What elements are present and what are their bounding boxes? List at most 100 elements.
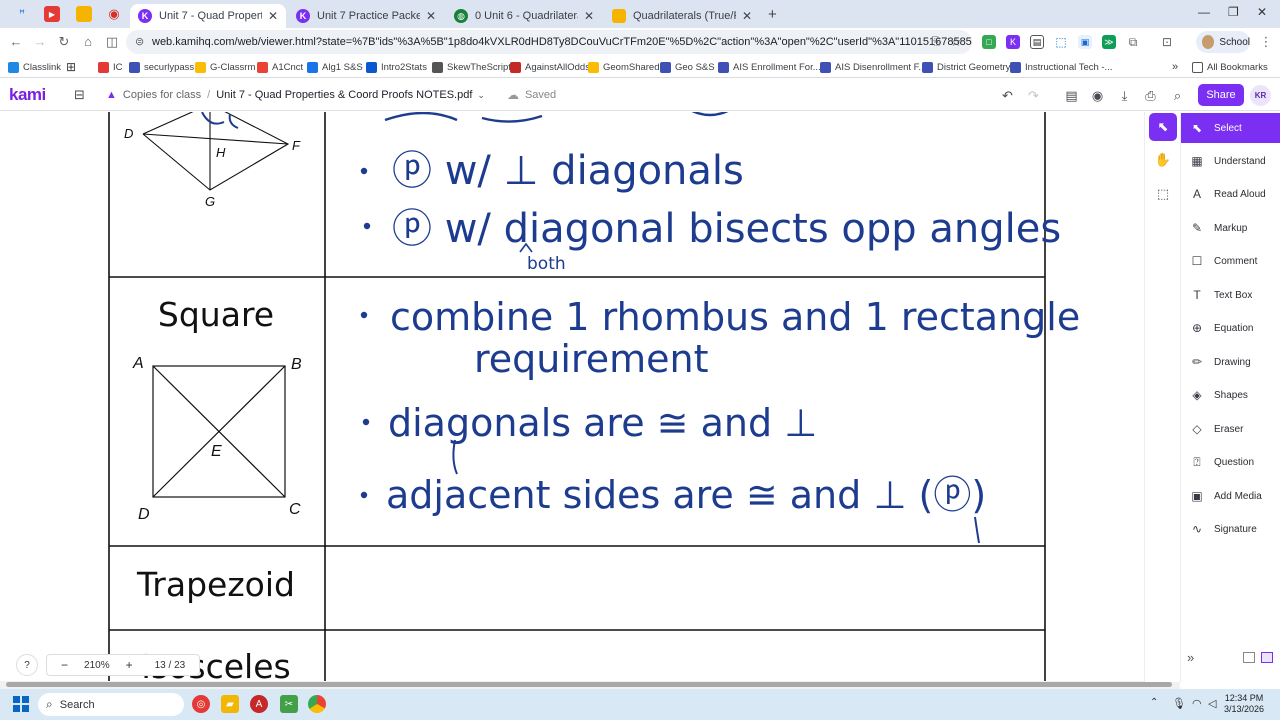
avatar[interactable]: KR <box>1250 85 1271 106</box>
zoom-level[interactable]: 210% <box>84 660 110 671</box>
restore-icon[interactable]: ❐ <box>1228 5 1239 19</box>
tool-drawing[interactable]: ✏ Drawing <box>1181 347 1280 377</box>
bookmark-item[interactable]: AIS Enrollment For... <box>718 59 821 75</box>
home-icon[interactable]: ⌂ <box>80 34 96 50</box>
new-tab-button[interactable]: + <box>768 6 777 23</box>
tab-unit7-notes[interactable]: K Unit 7 - Quad Properties & Coord ✕ <box>130 4 286 28</box>
close-icon[interactable]: ✕ <box>742 9 752 23</box>
bookmark-item[interactable]: Instructional Tech -... <box>1010 59 1112 75</box>
kami-extension-icon[interactable]: K <box>1006 35 1020 49</box>
search-icon[interactable]: ⌕ <box>1170 88 1185 103</box>
taskbar-search[interactable]: ⌕ Search <box>38 693 184 716</box>
tab-practice-packet[interactable]: K Unit 7 Practice Packet.pdf ✕ <box>288 4 444 28</box>
apps-grid-icon[interactable]: ⊞ <box>66 59 76 75</box>
tool-read-aloud[interactable]: A Read Aloud <box>1181 179 1280 209</box>
breadcrumb-parent[interactable]: Copies for class <box>123 89 201 101</box>
tool-shapes[interactable]: ◈ Shapes <box>1181 380 1280 410</box>
tool-equation[interactable]: ⊕ Equation <box>1181 313 1280 343</box>
chevron-down-icon[interactable]: ⌄ <box>477 90 485 101</box>
scrollbar-thumb[interactable] <box>6 682 1172 687</box>
pinned-tab-icon[interactable]: ꟸ <box>14 6 30 22</box>
pdf-page[interactable]: D H F G ⓟ w/ ⊥ diagonals ⓟ w/ diagonal b… <box>0 112 1144 682</box>
bookmark-item[interactable]: IC <box>98 59 123 75</box>
minimize-icon[interactable]: — <box>1198 5 1210 19</box>
redo-icon[interactable]: ↷ <box>1026 88 1041 103</box>
bookmarks-overflow-button[interactable]: » <box>1172 59 1178 75</box>
windows-start-icon[interactable] <box>13 696 29 712</box>
tool-add-media[interactable]: ▣ Add Media <box>1181 481 1280 511</box>
chevron-up-icon[interactable]: ⌃ <box>1150 697 1158 708</box>
horizontal-scrollbar[interactable] <box>0 681 1180 689</box>
tool-select[interactable]: ⬉ Select <box>1181 113 1280 143</box>
extension-icon[interactable]: ▤ <box>1030 35 1044 49</box>
bookmark-item[interactable]: AgainstAllOdds <box>510 59 590 75</box>
reload-icon[interactable]: ↻ <box>56 34 72 50</box>
tool-text-box[interactable]: T Text Box <box>1181 280 1280 310</box>
tool-question[interactable]: ⍰ Question <box>1181 447 1280 477</box>
zoom-in-button[interactable]: + <box>126 658 133 672</box>
volume-icon[interactable]: ◁ <box>1208 697 1216 710</box>
share-button[interactable]: Share <box>1198 84 1244 106</box>
acrobat-icon[interactable]: A <box>250 695 268 713</box>
tab-unit6-quadrilaterals[interactable]: ◍ 0 Unit 6 - Quadrilaterals - ATH ✕ <box>446 4 602 28</box>
bookmark-item[interactable]: Geo S&S <box>660 59 715 75</box>
archive-icon[interactable]: ⊟ <box>72 87 87 102</box>
collapse-panel-button[interactable]: » <box>1187 650 1194 665</box>
side-panel-icon[interactable]: ◫ <box>104 34 120 50</box>
bookmark-item[interactable]: A1Cnct <box>257 59 303 75</box>
clock[interactable]: 12:34 PM 3/13/2026 <box>1224 693 1264 715</box>
area-select-icon[interactable]: ⬚ <box>1149 180 1177 208</box>
tab-search-icon[interactable]: ⊡ <box>1160 35 1174 49</box>
view-eye-icon[interactable]: ◉ <box>1090 88 1105 103</box>
layout-panel-icon[interactable] <box>1261 652 1273 663</box>
bookmark-item[interactable]: District Geometry <box>922 59 1010 75</box>
select-cursor-icon[interactable]: ⬉ <box>1149 113 1177 141</box>
slides-pinned-icon[interactable] <box>76 6 92 22</box>
bookmark-item[interactable]: Classlink <box>8 59 61 75</box>
outline-icon[interactable]: ▤ <box>1064 88 1079 103</box>
bookmark-item[interactable]: SkewTheScript <box>432 59 511 75</box>
extension-icon[interactable]: ⬚ <box>1054 35 1068 49</box>
bookmark-star-icon[interactable]: ☆ <box>948 34 964 50</box>
youtube-icon[interactable]: ▶ <box>44 6 60 22</box>
tab-quadrilaterals-tf[interactable]: Quadrilaterals (True/False) Rec ✕ <box>604 4 760 28</box>
site-info-icon[interactable]: ⊜ <box>135 35 144 48</box>
bookmark-item[interactable]: G-Classrm <box>195 59 255 75</box>
help-button[interactable]: ? <box>16 654 38 676</box>
window-close-icon[interactable]: ✕ <box>1257 5 1267 19</box>
zoom-out-button[interactable]: − <box>61 658 68 672</box>
profile-button[interactable]: School <box>1196 31 1250 53</box>
microphone-icon[interactable]: 🎙︎ <box>1172 697 1186 710</box>
tool-eraser[interactable]: ◇ Eraser <box>1181 414 1280 444</box>
app-icon[interactable]: ◎ <box>192 695 210 713</box>
layout-single-icon[interactable] <box>1243 652 1255 663</box>
tool-understand[interactable]: ▦ Understand <box>1181 146 1280 176</box>
all-bookmarks-button[interactable]: All Bookmarks <box>1192 59 1268 75</box>
wifi-icon[interactable]: ◠ <box>1192 697 1202 710</box>
download-icon[interactable]: ⤓ <box>1117 88 1132 103</box>
close-icon[interactable]: ✕ <box>268 9 278 23</box>
address-bar[interactable]: ⊜ web.kamihq.com/web/viewer.html?state=%… <box>126 30 972 54</box>
document-viewport[interactable]: D H F G ⓟ w/ ⊥ diagonals ⓟ w/ diagonal b… <box>0 112 1144 682</box>
install-app-icon[interactable]: ⎘ <box>928 34 944 50</box>
bookmark-item[interactable]: securlypass <box>129 59 194 75</box>
bookmark-item[interactable]: AIS Disenrollment F... <box>820 59 926 75</box>
extension-icon[interactable]: □ <box>982 35 996 49</box>
menu-kebab-icon[interactable]: ⋮ <box>1258 34 1274 50</box>
print-icon[interactable]: ⎙ <box>1143 88 1158 103</box>
extension-icon[interactable]: ≫ <box>1102 35 1116 49</box>
close-icon[interactable]: ✕ <box>584 9 594 23</box>
hand-pan-icon[interactable]: ✋ <box>1149 146 1177 174</box>
file-explorer-icon[interactable]: ▰ <box>221 695 239 713</box>
undo-icon[interactable]: ↶ <box>1000 88 1015 103</box>
extensions-puzzle-icon[interactable]: ⧉ <box>1126 35 1140 49</box>
page-indicator[interactable]: 13 / 23 <box>155 660 186 671</box>
tool-signature[interactable]: ∿ Signature <box>1181 514 1280 544</box>
forward-icon[interactable]: → <box>32 34 48 50</box>
app-icon[interactable]: ✂ <box>280 695 298 713</box>
document-title[interactable]: Unit 7 - Quad Properties & Coord Proofs … <box>216 89 472 101</box>
chrome-icon[interactable] <box>308 695 326 713</box>
record-icon[interactable]: ◉ <box>106 6 122 22</box>
bookmark-item[interactable]: Alg1 S&S <box>307 59 363 75</box>
bookmark-item[interactable]: GeomShared <box>588 59 660 75</box>
